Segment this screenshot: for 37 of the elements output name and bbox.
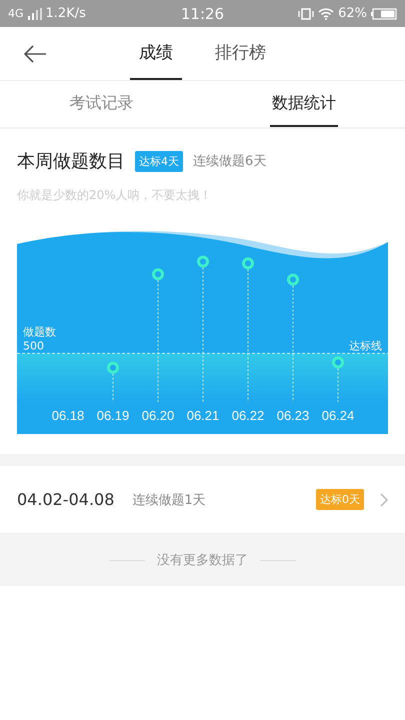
data-point bbox=[242, 257, 254, 270]
tab[interactable]: 数据统计 bbox=[270, 81, 338, 127]
data-point bbox=[197, 256, 209, 268]
tab[interactable]: 成绩 bbox=[130, 27, 182, 80]
data-point bbox=[287, 274, 299, 286]
data-point bbox=[332, 356, 344, 368]
date-label: 06.21 bbox=[186, 408, 220, 423]
date-label: 06.22 bbox=[232, 408, 264, 423]
threshold-value: 500 bbox=[23, 339, 44, 352]
threshold-label: 达标线 bbox=[349, 339, 382, 352]
date-label: 06.19 bbox=[96, 408, 130, 423]
section-title: 本周做题数目 bbox=[17, 150, 125, 173]
data-point bbox=[107, 362, 119, 374]
date-label: 06.23 bbox=[276, 408, 310, 423]
wifi-icon bbox=[318, 8, 334, 20]
axis-label: 做题数 bbox=[23, 325, 56, 338]
network-speed: 1.2K/s bbox=[46, 6, 86, 21]
end-of-list-text: 没有更多数据了 bbox=[157, 552, 248, 569]
tab[interactable]: 排行榜 bbox=[206, 27, 275, 80]
data-point bbox=[152, 268, 164, 280]
date-label: 06.20 bbox=[142, 408, 174, 423]
drop-line bbox=[112, 373, 114, 402]
date-label: 06.18 bbox=[52, 408, 84, 423]
signal-icon bbox=[28, 8, 42, 20]
date-label: 06.24 bbox=[322, 408, 354, 423]
date-range: 04.02-04.08 bbox=[17, 490, 114, 509]
battery-level: 62% bbox=[338, 6, 367, 21]
streak-label: 连续做题6天 bbox=[193, 153, 266, 170]
goal-badge: 达标0天 bbox=[316, 489, 364, 510]
back-icon[interactable] bbox=[23, 45, 47, 63]
network-label: 4G bbox=[8, 7, 24, 20]
streak-label: 连续做题1天 bbox=[132, 492, 207, 508]
tab[interactable]: 考试记录 bbox=[67, 81, 136, 127]
battery-icon bbox=[370, 8, 397, 20]
clock: 11:26 bbox=[180, 4, 224, 22]
goal-badge: 达标4天 bbox=[135, 150, 183, 172]
vibrate-icon bbox=[298, 8, 314, 20]
